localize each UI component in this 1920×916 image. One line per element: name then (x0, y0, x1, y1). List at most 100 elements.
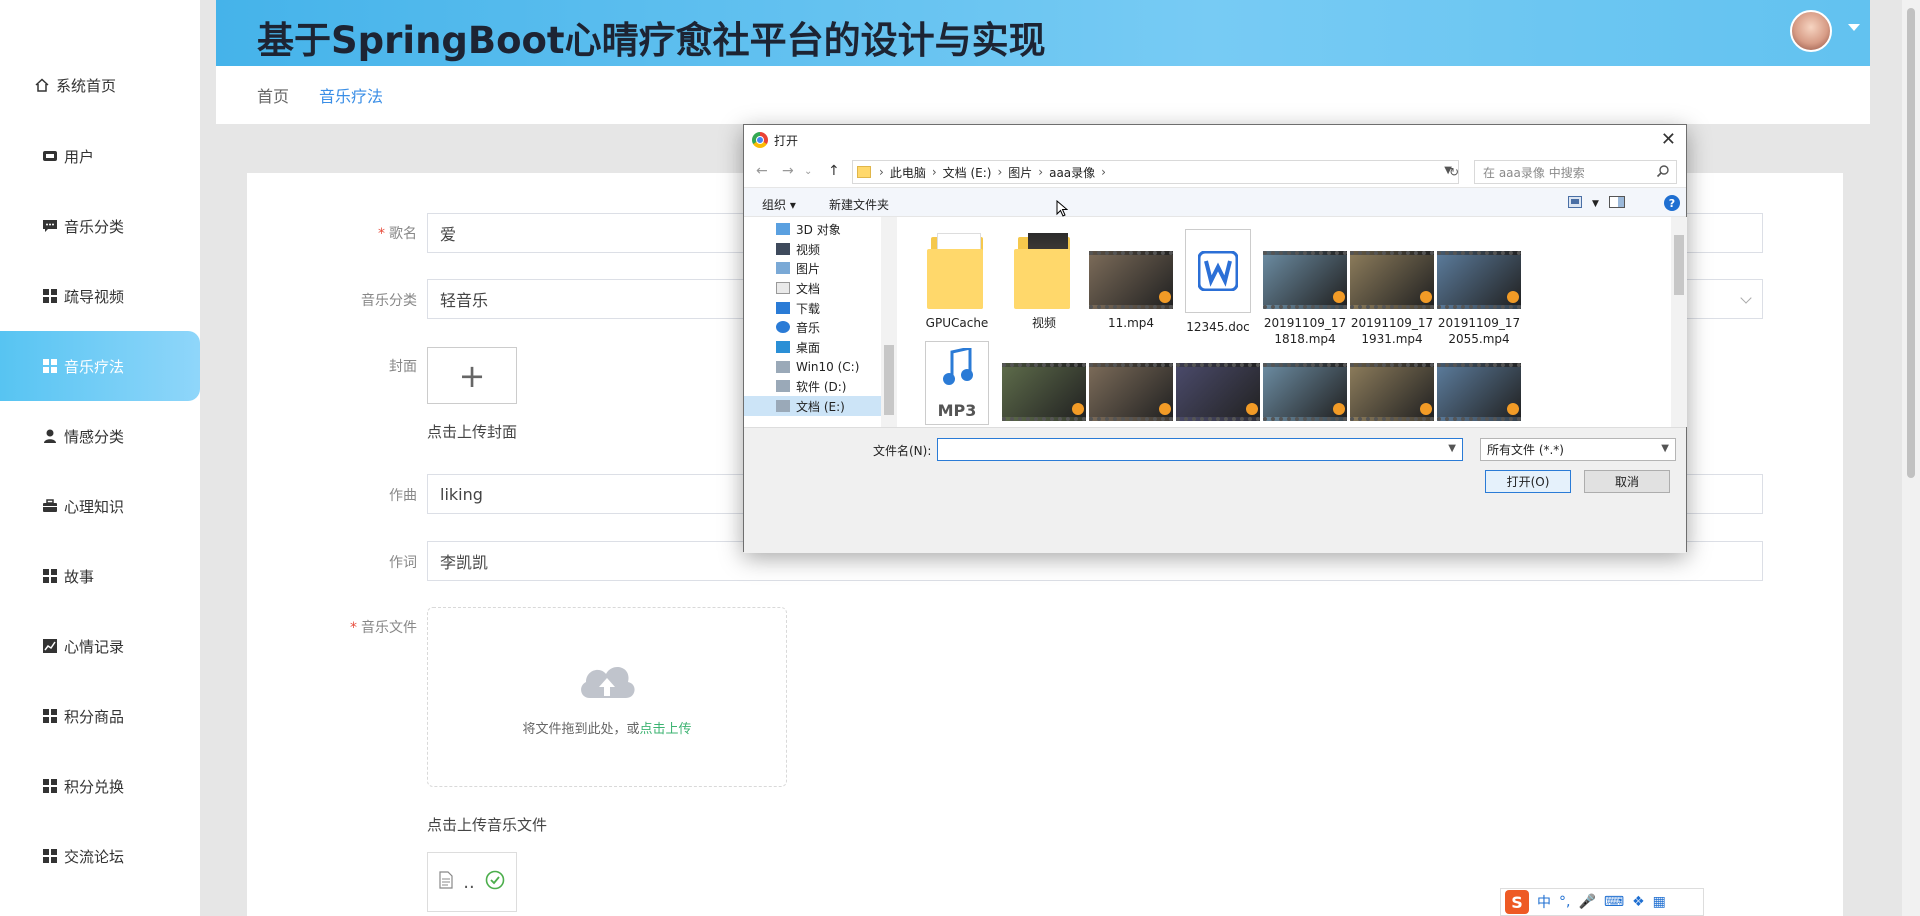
file-list-scrollbar[interactable] (1671, 217, 1687, 427)
recent-dropdown-icon[interactable]: ⌄ (804, 166, 812, 177)
chevron-down-icon[interactable]: ▼ (1592, 199, 1599, 209)
page-scrollbar[interactable] (1902, 0, 1920, 916)
tree-scrollbar[interactable] (881, 217, 897, 427)
file-item[interactable]: 20191109_172055.mp4 (1435, 229, 1523, 347)
scroll-thumb[interactable] (1674, 235, 1684, 295)
tree-item-drive-d[interactable]: 软件 (D:) (744, 376, 881, 396)
path-segment[interactable]: 此电脑 (890, 164, 926, 181)
sidebar-item-psych-knowledge[interactable]: 心理知识 (0, 471, 200, 541)
close-icon[interactable]: ✕ (1661, 129, 1676, 150)
sogou-logo-icon[interactable]: S (1505, 890, 1529, 914)
sidebar-item-points-exchange[interactable]: 积分兑换 (0, 751, 200, 821)
tree-item-drive-c[interactable]: Win10 (C:) (744, 357, 881, 377)
tree-item-music[interactable]: 音乐 (744, 317, 881, 337)
folder-icon (927, 229, 987, 309)
video-thumbnail (1437, 363, 1521, 421)
open-button[interactable]: 打开(O) (1485, 470, 1571, 493)
file-name: 11.mp4 (1107, 316, 1155, 330)
dialog-toolbar: 组织 ▾ 新建文件夹 ▼ ? (744, 187, 1686, 217)
scroll-thumb[interactable] (884, 345, 894, 415)
path-segment[interactable]: aaa录像 (1049, 164, 1095, 181)
new-folder-button[interactable]: 新建文件夹 (829, 196, 889, 213)
tree-item-videos[interactable]: 视频 (744, 239, 881, 259)
sidebar-item-forum[interactable]: 交流论坛 (0, 821, 200, 891)
tree-item-label: 文档 (E:) (796, 399, 845, 414)
file-item[interactable]: 教学视频2 率课... (1435, 341, 1523, 427)
sidebar-item-user[interactable]: 用户 (0, 121, 200, 191)
toolbox-icon[interactable]: ▦ (1653, 894, 1666, 910)
folder-tree: 3D 对象 视频 图片 文档 下载 音乐 桌面 Win10 (C:) 软件 (D… (744, 217, 881, 427)
view-mode-icon[interactable] (1568, 196, 1582, 211)
file-item[interactable]: 面战成语.mp4 (1000, 341, 1088, 427)
help-icon[interactable]: ? (1664, 195, 1680, 211)
tree-item-downloads[interactable]: 下载 (744, 298, 881, 318)
file-item[interactable]: 20191109_171818.mp4 (1261, 229, 1349, 347)
sidebar-item-label: 心理知识 (64, 497, 125, 516)
file-item[interactable]: 12345.doc (1174, 229, 1262, 335)
tree-item-pictures[interactable]: 图片 (744, 258, 881, 278)
cover-upload-button[interactable]: + (427, 347, 517, 404)
sidebar-item-mood-record[interactable]: 心情记录 (0, 611, 200, 681)
scroll-thumb[interactable] (1907, 8, 1915, 478)
tree-item-desktop[interactable]: 桌面 (744, 337, 881, 357)
sidebar-item-home[interactable]: 系统首页 (0, 50, 200, 120)
microphone-icon[interactable]: 🎤 (1578, 894, 1595, 910)
file-type-select[interactable]: 所有文件 (*.*) ▼ (1480, 438, 1676, 461)
back-icon[interactable]: ← (756, 163, 768, 179)
sidebar-item-label: 积分商品 (64, 707, 125, 726)
dialog-title: 打开 (774, 133, 799, 148)
tree-item-documents[interactable]: 文档 (744, 278, 881, 298)
file-item[interactable]: 滑轮入学视频... (1174, 341, 1262, 427)
file-drop-area[interactable]: 将文件拖到此处，或点击上传 (427, 607, 787, 787)
address-bar[interactable]: › 此电脑 › 文档 (E:) › 图片 › aaa录像 › ▼ (852, 160, 1459, 184)
breadcrumb-home[interactable]: 首页 (257, 83, 289, 107)
play-badge-icon (1333, 403, 1345, 415)
ime-punct[interactable]: °, (1559, 894, 1570, 910)
filename-input[interactable]: ▼ (937, 438, 1463, 461)
mouse-cursor-icon (1056, 199, 1069, 222)
file-item[interactable]: GPUCache (913, 229, 1001, 331)
file-item[interactable]: 20191109_171931.mp4 (1348, 229, 1436, 347)
path-segment[interactable]: 图片 (1008, 164, 1032, 181)
file-item[interactable]: 蛋.mp4.mp4 (1348, 341, 1436, 427)
file-item[interactable]: 11.mp4 (1087, 229, 1175, 331)
chevron-down-icon[interactable]: ▼ (1448, 443, 1456, 454)
download-icon (776, 302, 790, 314)
path-segment[interactable]: 文档 (E:) (943, 164, 992, 181)
sidebar-item-label: 用户 (64, 147, 95, 166)
tree-item-3d-objects[interactable]: 3D 对象 (744, 219, 881, 239)
sidebar-item-story[interactable]: 故事 (0, 541, 200, 611)
person-icon (42, 428, 58, 444)
sidebar-item-label: 疏导视频 (64, 287, 125, 306)
tree-item-drive-e[interactable]: 文档 (E:) (744, 396, 881, 416)
file-item[interactable]: 视频 (1000, 229, 1088, 331)
organize-menu[interactable]: 组织 ▾ (762, 196, 796, 213)
sidebar-item-emotion-category[interactable]: 情感分类 (0, 401, 200, 471)
file-item[interactable]: MP3mp3测试.mp3 (913, 341, 1001, 427)
play-badge-icon (1246, 403, 1258, 415)
search-input[interactable]: 在 aaa录像 中搜索 (1474, 160, 1677, 184)
skin-icon[interactable]: ❖ (1632, 894, 1645, 910)
cancel-button[interactable]: 取消 (1584, 470, 1670, 493)
preview-pane-icon[interactable] (1608, 196, 1625, 211)
grid-icon (42, 288, 58, 304)
forward-icon[interactable]: → (782, 163, 794, 179)
uploaded-file[interactable]: .. (427, 852, 517, 912)
sidebar: 系统首页 用户 音乐分类 疏导视频 音乐疗法 情感分类 心理知识 故事 心情记录… (0, 0, 200, 916)
sidebar-item-music-category[interactable]: 音乐分类 (0, 191, 200, 261)
file-item[interactable]: 滑轮视频.mp4 (1261, 341, 1349, 427)
chevron-down-icon[interactable] (1848, 24, 1860, 31)
ime-mode[interactable]: 中 (1537, 892, 1551, 912)
sidebar-item-music-therapy[interactable]: 音乐疗法 (0, 331, 200, 401)
mp3-file-icon: MP3 (925, 341, 989, 425)
click-upload-link[interactable]: 点击上传 (640, 722, 692, 737)
video-thumbnail (1263, 251, 1347, 309)
sidebar-item-points-goods[interactable]: 积分商品 (0, 681, 200, 751)
refresh-icon[interactable]: ↻ (1444, 160, 1464, 184)
file-item[interactable]: 冰之翼（电影公... (1087, 341, 1175, 427)
up-icon[interactable]: ↑ (828, 163, 840, 179)
keyboard-icon[interactable]: ⌨ (1604, 894, 1624, 910)
file-hint: 点击上传音乐文件 (427, 816, 548, 834)
sidebar-item-guide-video[interactable]: 疏导视频 (0, 261, 200, 331)
avatar[interactable] (1790, 10, 1832, 52)
